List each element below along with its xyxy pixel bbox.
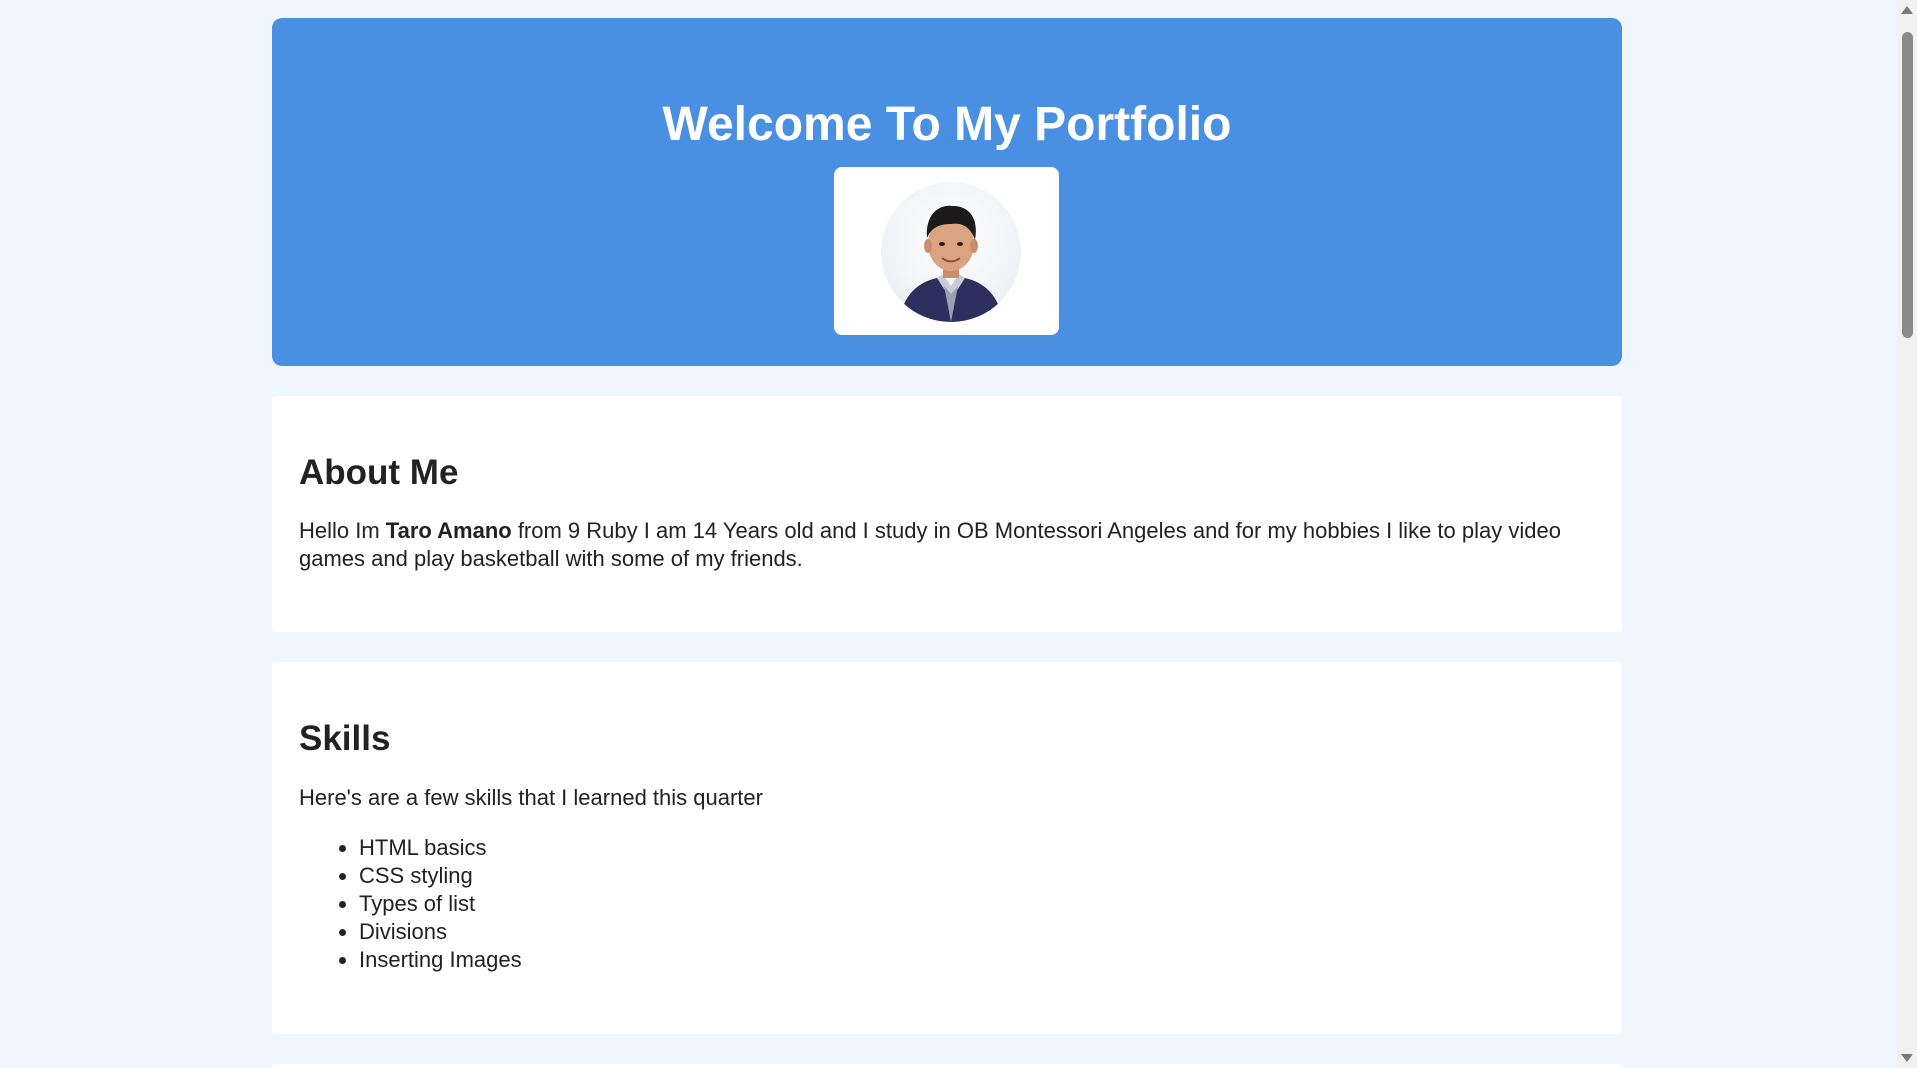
about-text: Hello Im Taro Amano from 9 Ruby I am 14 …	[299, 517, 1582, 573]
portrait-photo-icon	[899, 205, 1003, 322]
scrollbar-thumb[interactable]	[1902, 32, 1913, 338]
next-section	[272, 1064, 1622, 1068]
skills-heading: Skills	[299, 719, 391, 758]
vertical-scrollbar[interactable]	[1897, 0, 1917, 1068]
portfolio-header: Welcome To My Portfolio	[272, 18, 1622, 366]
page-title: Welcome To My Portfolio	[662, 98, 1232, 151]
about-heading: About Me	[299, 453, 459, 492]
about-section: About Me Hello Im Taro Amano from 9 Ruby…	[272, 396, 1622, 632]
profile-avatar	[881, 182, 1021, 322]
profile-photo-card	[834, 167, 1059, 335]
about-text-intro: Hello Im	[299, 518, 386, 543]
scroll-up-arrow-icon[interactable]	[1901, 6, 1913, 14]
page: Welcome To My Portfolio About Me Hello I…	[0, 0, 1897, 1068]
skills-section: Skills Here's are a few skills that I le…	[272, 662, 1622, 1034]
list-item: HTML basics	[359, 834, 1582, 862]
skills-intro: Here's are a few skills that I learned t…	[299, 785, 763, 810]
scroll-down-arrow-icon[interactable]	[1901, 1054, 1913, 1062]
list-item: Divisions	[359, 918, 1582, 946]
list-item: Types of list	[359, 890, 1582, 918]
list-item: Inserting Images	[359, 946, 1582, 974]
list-item: CSS styling	[359, 862, 1582, 890]
skills-list: HTML basics CSS styling Types of list Di…	[299, 834, 1582, 974]
about-name: Taro Amano	[385, 518, 512, 543]
